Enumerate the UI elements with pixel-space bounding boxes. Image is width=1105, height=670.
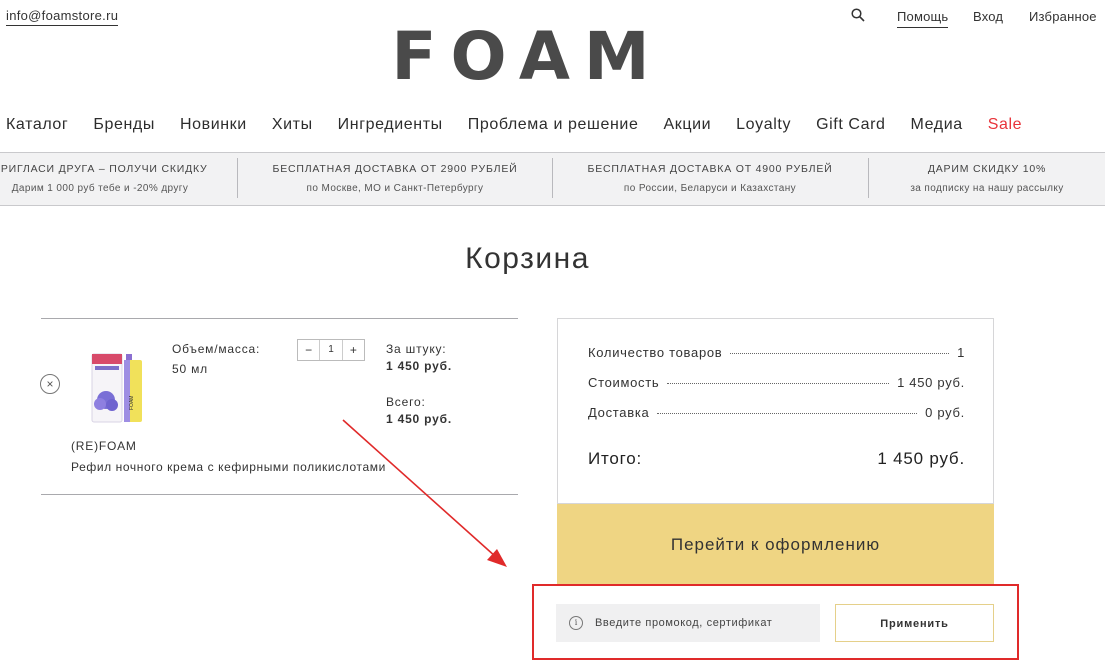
page-title: Корзина — [465, 242, 590, 275]
summary-row-quantity: Количество товаров 1 — [588, 345, 965, 360]
promo-subtitle: за подписку на нашу рассылку — [910, 183, 1064, 194]
summary-label: Количество товаров — [588, 345, 723, 360]
promo-referral[interactable]: ПРИГЛАСИ ДРУГА – ПОЛУЧИ СКИДКУ Дарим 1 0… — [0, 153, 210, 205]
summary-value: 0 руб. — [925, 405, 965, 420]
volume-value: 50 мл — [172, 362, 208, 376]
promo-strip: ПРИГЛАСИ ДРУГА – ПОЛУЧИ СКИДКУ Дарим 1 0… — [0, 152, 1105, 206]
product-brand[interactable]: (RE)FOAM — [71, 439, 137, 453]
total-price-value: 1 450 руб. — [386, 412, 452, 426]
nav-item-sale[interactable]: Sale — [988, 116, 1022, 134]
divider — [41, 318, 518, 319]
summary-row-cost: Стоимость 1 450 руб. — [588, 375, 965, 390]
promo-newsletter[interactable]: ДАРИМ СКИДКУ 10% за подписку на нашу рас… — [869, 153, 1105, 205]
promo-delivery-moscow[interactable]: БЕСПЛАТНАЯ ДОСТАВКА ОТ 2900 РУБЛЕЙ по Мо… — [238, 153, 552, 205]
order-summary: Количество товаров 1 Стоимость 1 450 руб… — [557, 318, 994, 504]
product-name[interactable]: Рефил ночного крема с кефирными поликисл… — [71, 460, 386, 474]
total-label: Всего: — [386, 395, 426, 409]
nav-item-brands[interactable]: Бренды — [93, 116, 155, 134]
summary-row-delivery: Доставка 0 руб. — [588, 405, 965, 420]
dotted-leader — [657, 413, 918, 414]
nav-item-loyalty[interactable]: Loyalty — [736, 116, 791, 134]
promo-subtitle: по России, Беларуси и Казахстану — [623, 183, 797, 194]
promo-delivery-russia[interactable]: БЕСПЛАТНАЯ ДОСТАВКА ОТ 4900 РУБЛЕЙ по Ро… — [553, 153, 867, 205]
annotation-highlight-box — [532, 584, 1019, 660]
promo-title: БЕСПЛАТНАЯ ДОСТАВКА ОТ 2900 РУБЛЕЙ — [272, 163, 518, 175]
remove-item-button[interactable]: × — [40, 374, 60, 394]
nav-item-new[interactable]: Новинки — [180, 116, 247, 134]
nav-item-problem-solution[interactable]: Проблема и решение — [468, 116, 639, 134]
product-image[interactable]: FOAM — [86, 348, 148, 428]
decrement-button[interactable]: − — [298, 340, 319, 360]
unit-price-label: За штуку: — [386, 342, 447, 356]
unit-price-value: 1 450 руб. — [386, 359, 452, 373]
promo-title: ПРИГЛАСИ ДРУГА – ПОЛУЧИ СКИДКУ — [0, 163, 208, 175]
increment-button[interactable]: + — [343, 340, 364, 360]
promo-subtitle: Дарим 1 000 руб тебе и -20% другу — [11, 183, 189, 194]
promo-title: БЕСПЛАТНАЯ ДОСТАВКА ОТ 4900 РУБЛЕЙ — [587, 163, 833, 175]
promo-title: ДАРИМ СКИДКУ 10% — [927, 163, 1047, 175]
promo-subtitle: по Москве, МО и Санкт-Петербургу — [306, 183, 484, 194]
quantity-input[interactable]: 1 — [319, 340, 343, 360]
svg-text:FOAM: FOAM — [129, 396, 135, 410]
nav-item-ingredients[interactable]: Ингредиенты — [338, 116, 443, 134]
summary-total-label: Итого: — [588, 449, 643, 468]
summary-value: 1 — [957, 345, 965, 360]
divider — [41, 494, 518, 495]
nav-item-hits[interactable]: Хиты — [272, 116, 313, 134]
main-nav: Каталог Бренды Новинки Хиты Ингредиенты … — [6, 116, 1047, 134]
nav-item-catalog[interactable]: Каталог — [6, 116, 68, 134]
summary-label: Доставка — [588, 405, 650, 420]
quantity-stepper: − 1 + — [297, 339, 365, 361]
checkout-button[interactable]: Перейти к оформлению — [557, 504, 994, 586]
nav-item-promotions[interactable]: Акции — [663, 116, 711, 134]
nav-item-gift-card[interactable]: Gift Card — [816, 116, 885, 134]
nav-item-media[interactable]: Медиа — [911, 116, 963, 134]
volume-label: Объем/масса: — [172, 342, 261, 356]
dotted-leader — [667, 383, 890, 384]
summary-total-row: Итого: 1 450 руб. — [588, 449, 965, 469]
site-logo[interactable]: FOAM — [0, 18, 1055, 95]
summary-value: 1 450 руб. — [897, 375, 965, 390]
dotted-leader — [730, 353, 950, 354]
summary-label: Стоимость — [588, 375, 660, 390]
summary-total-value: 1 450 руб. — [877, 449, 965, 468]
